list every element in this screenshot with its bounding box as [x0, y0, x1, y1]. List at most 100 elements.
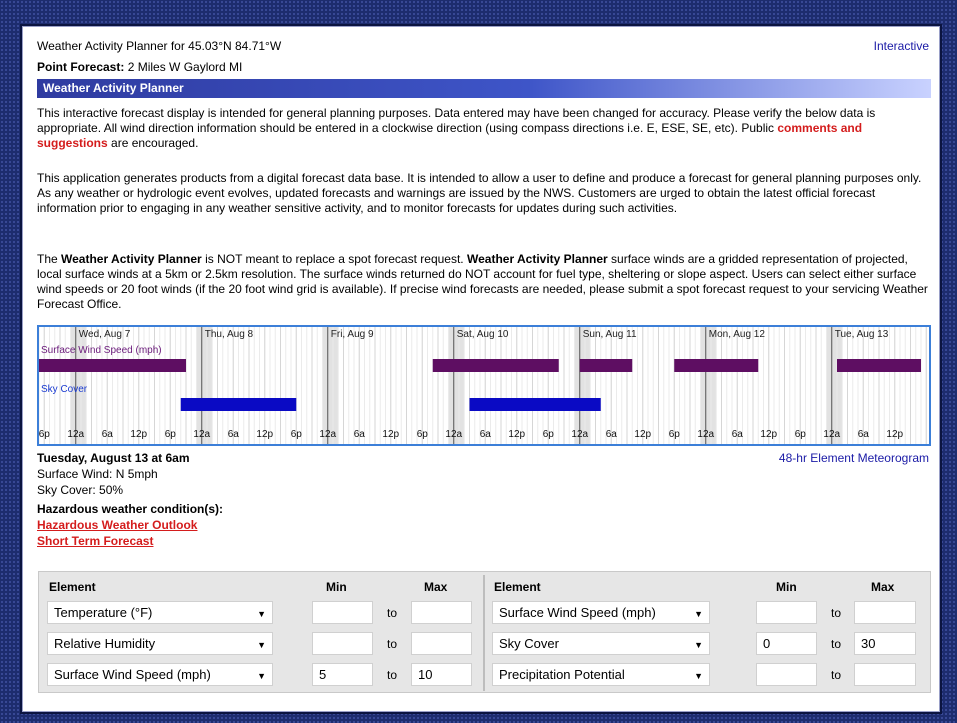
max-input-4[interactable] [854, 601, 916, 624]
selected-time: Tuesday, August 13 at 6am [37, 451, 190, 465]
max-input-6[interactable] [854, 663, 916, 686]
max-input-5[interactable]: 30 [854, 632, 916, 655]
night-shade [448, 327, 465, 444]
tick-label: 6a [228, 429, 240, 440]
surface-wind-bar [837, 359, 921, 372]
right-element-header: Element [494, 580, 541, 594]
chevron-down-icon: ▼ [257, 671, 266, 681]
tick-label: 6p [543, 429, 555, 440]
tick-label: 12a [67, 429, 84, 440]
intro-text: This interactive forecast display is int… [37, 106, 876, 135]
element-select-5[interactable]: Sky Cover ▼ [492, 632, 710, 655]
hazard-label: Hazardous weather condition(s): [37, 502, 224, 516]
min-input-5[interactable]: 0 [756, 632, 817, 655]
min-input-3[interactable]: 5 [312, 663, 373, 686]
day-label: Sat, Aug 10 [457, 329, 509, 340]
element-select-2[interactable]: Relative Humidity ▼ [47, 632, 273, 655]
tick-label: 12a [319, 429, 336, 440]
max-input-3[interactable]: 10 [411, 663, 472, 686]
point-forecast: Point Forecast: 2 Miles W Gaylord MI [37, 60, 242, 74]
left-min-header: Min [326, 580, 347, 594]
tick-label: 6p [39, 429, 50, 440]
sky-cover-bar [180, 398, 297, 411]
activity-timeline-chart[interactable]: Wed, Aug 7 Thu, Aug 8 Fri, Aug 9 Sat, Aug 1… [37, 325, 931, 446]
chevron-down-icon: ▼ [257, 609, 266, 619]
to-label: to [831, 637, 842, 651]
tick-label: 12p [634, 429, 651, 440]
min-input-1[interactable] [312, 601, 373, 624]
to-label: to [831, 668, 842, 682]
min-input-4[interactable] [756, 601, 817, 624]
intro-paragraph: This interactive forecast display is int… [37, 106, 931, 151]
tick-label: 12a [823, 429, 840, 440]
element-select-4[interactable]: Surface Wind Speed (mph) ▼ [492, 601, 710, 624]
min-input-2[interactable] [312, 632, 373, 655]
element-select-6[interactable]: Precipitation Potential ▼ [492, 663, 710, 686]
tick-label: 6a [858, 429, 870, 440]
chevron-down-icon: ▼ [694, 671, 703, 681]
short-term-forecast-link[interactable]: Short Term Forecast [37, 534, 153, 548]
interactive-link[interactable]: Interactive [874, 39, 929, 53]
p3-bold-a: Weather Activity Planner [61, 252, 202, 266]
tick-label: 12p [760, 429, 777, 440]
night-shade [322, 327, 339, 444]
sky-cover-bar [469, 398, 601, 411]
element-select-6-value: Precipitation Potential [499, 667, 625, 682]
day-label: Thu, Aug 8 [205, 329, 254, 340]
tick-label: 12p [508, 429, 525, 440]
p3-text-a: The [37, 252, 62, 266]
to-label: to [387, 668, 398, 682]
to-label: to [387, 606, 398, 620]
forecast-panel: Weather Activity Planner for 45.03°N 84.… [22, 26, 940, 712]
tick-label: 6a [732, 429, 744, 440]
element-select-1[interactable]: Temperature (°F) ▼ [47, 601, 273, 624]
left-max-header: Max [424, 580, 448, 594]
surface-wind-bar [579, 359, 633, 372]
night-shade [196, 327, 213, 444]
meteogram-link[interactable]: 48-hr Element Meteorogram [779, 451, 929, 465]
chevron-down-icon: ▼ [694, 609, 703, 619]
element-select-3-value: Surface Wind Speed (mph) [54, 667, 211, 682]
section-header: Weather Activity Planner [37, 79, 931, 98]
p3-text-b: is NOT meant to replace a spot forecast … [201, 252, 467, 266]
spot-forecast-paragraph: The Weather Activity Planner is NOT mean… [37, 252, 931, 312]
tick-label: 12a [697, 429, 714, 440]
tick-label: 12p [256, 429, 273, 440]
tick-label: 6p [291, 429, 303, 440]
element-select-2-value: Relative Humidity [54, 636, 156, 651]
tick-label: 12a [193, 429, 210, 440]
min-input-6[interactable] [756, 663, 817, 686]
timeline-svg: Wed, Aug 7 Thu, Aug 8 Fri, Aug 9 Sat, Aug 1… [39, 327, 927, 444]
element-select-5-value: Sky Cover [499, 636, 559, 651]
tick-label: 12p [130, 429, 147, 440]
day-label: Fri, Aug 9 [331, 329, 374, 340]
day-label: Tue, Aug 13 [835, 329, 889, 340]
surface-wind-bar [39, 359, 186, 372]
selected-sky-cover: Sky Cover: 50% [37, 483, 124, 497]
selected-surface-wind: Surface Wind: N 5mph [37, 467, 158, 481]
element-select-1-value: Temperature (°F) [54, 605, 153, 620]
hazardous-weather-outlook-link[interactable]: Hazardous Weather Outlook [37, 518, 197, 532]
chevron-down-icon: ▼ [694, 640, 703, 650]
intro-text-end: are encouraged. [107, 136, 199, 150]
element-select-4-value: Surface Wind Speed (mph) [499, 605, 656, 620]
night-shade [700, 327, 717, 444]
series-label: Sky Cover [41, 384, 88, 395]
tick-label: 6p [165, 429, 177, 440]
night-shade [826, 327, 843, 444]
element-select-3[interactable]: Surface Wind Speed (mph) ▼ [47, 663, 273, 686]
chevron-down-icon: ▼ [257, 640, 266, 650]
page-title: Weather Activity Planner for 45.03°N 84.… [37, 39, 282, 53]
max-input-2[interactable] [411, 632, 472, 655]
day-label: Wed, Aug 7 [79, 329, 131, 340]
point-forecast-location: 2 Miles W Gaylord MI [127, 60, 243, 74]
tick-label: 6a [102, 429, 114, 440]
tick-label: 6a [480, 429, 492, 440]
max-input-1[interactable] [411, 601, 472, 624]
day-label: Mon, Aug 12 [709, 329, 766, 340]
tick-label: 12p [382, 429, 399, 440]
series-label: Surface Wind Speed (mph) [41, 345, 162, 356]
left-element-header: Element [49, 580, 96, 594]
to-label: to [387, 637, 398, 651]
tick-label: 12a [445, 429, 462, 440]
